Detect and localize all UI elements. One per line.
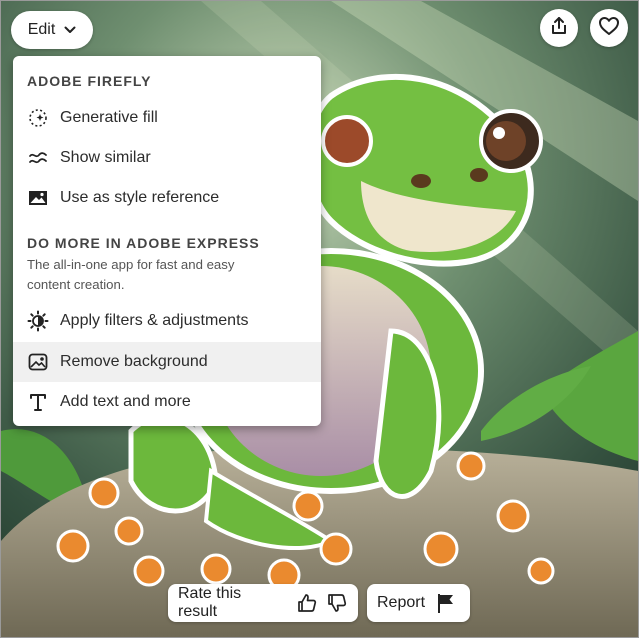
menu-item-label: Show similar	[60, 149, 151, 166]
menu-item-show-similar[interactable]: Show similar	[13, 138, 321, 178]
menu-item-add-text[interactable]: Add text and more	[13, 382, 321, 422]
section-description: The all-in-one app for fast and easy con…	[27, 257, 235, 292]
menu-item-label: Use as style reference	[60, 189, 220, 206]
menu-item-label: Remove background	[60, 353, 208, 370]
favorite-button[interactable]	[590, 9, 628, 47]
section-title-adobe-express: DO MORE IN ADOBE EXPRESS	[27, 235, 260, 251]
approx-icon	[27, 147, 49, 169]
menu-item-label: Apply filters & adjustments	[60, 312, 249, 329]
menu-item-remove-background[interactable]: Remove background	[13, 342, 321, 382]
menu-item-label: Generative fill	[60, 109, 158, 126]
share-button[interactable]	[540, 9, 578, 47]
flag-icon	[435, 592, 457, 614]
heart-icon	[598, 16, 620, 41]
rate-result-label: Rate this result	[178, 585, 242, 620]
chevron-down-icon	[64, 24, 76, 36]
thumbs-up-icon[interactable]	[296, 592, 318, 614]
remove-background-icon	[27, 351, 49, 373]
report-button[interactable]: Report	[367, 584, 470, 622]
edit-button-label: Edit	[27, 21, 56, 38]
menu-item-filters-adjustments[interactable]: Apply filters & adjustments	[13, 301, 321, 341]
menu-item-generative-fill[interactable]: Generative fill	[13, 98, 321, 138]
menu-item-label: Add text and more	[60, 393, 191, 410]
report-label: Report	[377, 594, 426, 611]
image-icon	[27, 187, 49, 209]
menu-item-style-reference[interactable]: Use as style reference	[13, 178, 321, 218]
rate-result-group: Rate this result	[168, 584, 358, 622]
generative-fill-icon	[27, 107, 49, 129]
edit-menu: ADOBE FIREFLY Generative fill Show simil…	[13, 56, 321, 426]
thumbs-down-icon[interactable]	[326, 592, 348, 614]
share-icon	[549, 16, 569, 41]
section-title-adobe-firefly: ADOBE FIREFLY	[27, 73, 152, 89]
brightness-icon	[27, 310, 49, 332]
text-icon	[27, 391, 49, 413]
edit-button[interactable]: Edit	[11, 11, 93, 49]
